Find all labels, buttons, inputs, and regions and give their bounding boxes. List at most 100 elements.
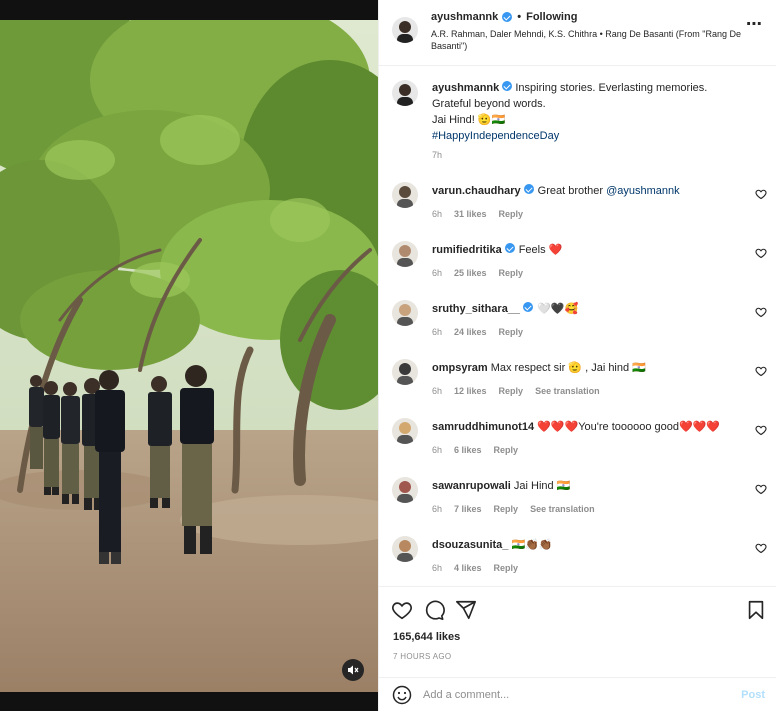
commenter-avatar[interactable] — [392, 300, 418, 326]
reply-button[interactable]: Reply — [499, 209, 524, 219]
author-username[interactable]: ayushmannk — [431, 11, 498, 23]
bookmark-icon[interactable] — [745, 599, 767, 621]
comment-heart-icon[interactable] — [755, 365, 767, 377]
reply-button[interactable]: Reply — [499, 268, 524, 278]
like-count[interactable]: 165,644 likes — [393, 631, 460, 643]
comment-timestamp: 6h — [432, 563, 443, 573]
commenter-avatar[interactable] — [392, 182, 418, 208]
comment-text: dsouzasunita_ 🇮🇳👏🏾👏🏾 — [432, 538, 732, 551]
commenter-username[interactable]: sawanrupowali — [432, 480, 511, 492]
post-side-panel: ayushmannk • Following A.R. Rahman, Dale… — [378, 0, 776, 711]
post-comment-button[interactable]: Post — [741, 689, 765, 701]
comment-text: sawanrupowali Jai Hind 🇮🇳 — [432, 479, 732, 492]
comment-meta: 6h 24 likes Reply — [432, 327, 523, 337]
commenter-avatar[interactable] — [392, 477, 418, 503]
reply-button[interactable]: Reply — [499, 327, 524, 337]
comment-mention[interactable]: @ayushmannk — [606, 185, 680, 197]
comments-section[interactable]: ayushmannk Inspiring stories. Everlastin… — [379, 66, 776, 586]
commenter-username[interactable]: dsouzasunita_ — [432, 539, 508, 551]
comment-like-count[interactable]: 7 likes — [454, 504, 482, 514]
comment-heart-icon[interactable] — [755, 188, 767, 200]
comment-composer: Post — [379, 677, 776, 711]
comment-timestamp: 6h — [432, 209, 443, 219]
post-timestamp: 7 HOURS AGO — [393, 652, 452, 661]
caption-hashtag[interactable]: #HappyIndependenceDay — [432, 130, 559, 142]
comment-heart-icon[interactable] — [755, 542, 767, 554]
comment-text: sruthy_sithara__ 🤍🖤🥰 — [432, 302, 732, 315]
comment-body: Feels ❤️ — [518, 244, 563, 256]
comment-icon[interactable] — [423, 599, 445, 621]
commenter-username[interactable]: ompsyram — [432, 362, 488, 374]
separator-dot: • — [517, 11, 522, 23]
verified-badge-icon — [523, 302, 534, 312]
comment-item: dsouzasunita_ 🇮🇳👏🏾👏🏾 6h 4 likes Reply — [392, 536, 767, 586]
comment-text: varun.chaudhary Great brother @ayushmannk — [432, 184, 732, 197]
comment-like-count[interactable]: 4 likes — [454, 563, 482, 573]
commenter-username[interactable]: samruddhimunot14 — [432, 421, 534, 433]
comment-meta: 6h 12 likes Reply See translation — [432, 386, 600, 396]
comment-body: 🤍🖤🥰 — [537, 303, 579, 315]
comment-body: Max respect sir 🫡 , Jai hind 🇮🇳 — [490, 362, 646, 374]
caption-text: ayushmannk Inspiring stories. Everlastin… — [432, 80, 752, 144]
comment-meta: 6h 25 likes Reply — [432, 268, 523, 278]
post-media[interactable] — [0, 0, 378, 711]
heart-icon[interactable] — [391, 599, 413, 621]
comment-text: samruddhimunot14 ❤️❤️❤️You're toooooo go… — [432, 420, 732, 433]
reply-button[interactable]: Reply — [494, 504, 519, 514]
more-icon[interactable]: ⋯ — [746, 14, 763, 34]
comment-timestamp: 6h — [432, 445, 443, 455]
comment-meta: 6h 4 likes Reply — [432, 563, 518, 573]
comment-like-count[interactable]: 24 likes — [454, 327, 487, 337]
post-header: ayushmannk • Following A.R. Rahman, Dale… — [379, 0, 776, 66]
see-translation-button[interactable]: See translation — [535, 386, 600, 396]
comment-body: Great brother — [537, 185, 607, 197]
share-icon[interactable] — [455, 599, 477, 621]
comment-timestamp: 6h — [432, 327, 443, 337]
commenter-avatar[interactable] — [392, 418, 418, 444]
comment-body: ❤️❤️❤️You're toooooo good❤️❤️❤️ — [537, 421, 721, 433]
caption-line-2: Grateful beyond words. — [432, 98, 546, 110]
reply-button[interactable]: Reply — [494, 563, 519, 573]
comment-heart-icon[interactable] — [755, 483, 767, 495]
comment-like-count[interactable]: 6 likes — [454, 445, 482, 455]
commenter-username[interactable]: sruthy_sithara__ — [432, 303, 520, 315]
commenter-username[interactable]: rumifiedritika — [432, 244, 502, 256]
comment-text: ompsyram Max respect sir 🫡 , Jai hind 🇮🇳 — [432, 361, 732, 374]
comment-item: varun.chaudhary Great brother @ayushmannk… — [392, 182, 767, 238]
commenter-avatar[interactable] — [392, 359, 418, 385]
comment-item: sruthy_sithara__ 🤍🖤🥰 6h 24 likes Reply — [392, 300, 767, 356]
commenter-avatar[interactable] — [392, 241, 418, 267]
audio-attribution[interactable]: A.R. Rahman, Daler Mehndi, K.S. Chithra … — [431, 28, 751, 52]
caption-line-3: Jai Hind! 🫡🇮🇳 — [432, 114, 506, 126]
comment-heart-icon[interactable] — [755, 424, 767, 436]
comment-heart-icon[interactable] — [755, 306, 767, 318]
comment-timestamp: 6h — [432, 504, 443, 514]
caption-avatar[interactable] — [392, 80, 418, 106]
reply-button[interactable]: Reply — [499, 386, 524, 396]
caption-timestamp: 7h — [432, 150, 443, 160]
comment-like-count[interactable]: 25 likes — [454, 268, 487, 278]
caption-username[interactable]: ayushmannk — [432, 82, 499, 94]
comment-item: samruddhimunot14 ❤️❤️❤️You're toooooo go… — [392, 418, 767, 474]
emoji-icon[interactable] — [392, 685, 412, 705]
comment-heart-icon[interactable] — [755, 247, 767, 259]
mute-icon[interactable] — [342, 659, 364, 681]
comment-body: Jai Hind 🇮🇳 — [513, 480, 571, 492]
comment-meta: 6h 31 likes Reply — [432, 209, 523, 219]
comment-meta: 6h 6 likes Reply — [432, 445, 518, 455]
comment-input[interactable] — [423, 686, 723, 704]
video-frame[interactable] — [0, 20, 378, 692]
see-translation-button[interactable]: See translation — [530, 504, 595, 514]
author-avatar[interactable] — [392, 17, 418, 43]
forest-march-scene — [0, 20, 378, 692]
comment-like-count[interactable]: 31 likes — [454, 209, 487, 219]
comment-timestamp: 6h — [432, 268, 443, 278]
reply-button[interactable]: Reply — [494, 445, 519, 455]
commenter-username[interactable]: varun.chaudhary — [432, 185, 521, 197]
following-button[interactable]: Following — [526, 11, 577, 23]
comment-timestamp: 6h — [432, 386, 443, 396]
commenter-avatar[interactable] — [392, 536, 418, 562]
comment-item: ompsyram Max respect sir 🫡 , Jai hind 🇮🇳… — [392, 359, 767, 415]
verified-badge-icon — [502, 12, 513, 22]
comment-like-count[interactable]: 12 likes — [454, 386, 487, 396]
